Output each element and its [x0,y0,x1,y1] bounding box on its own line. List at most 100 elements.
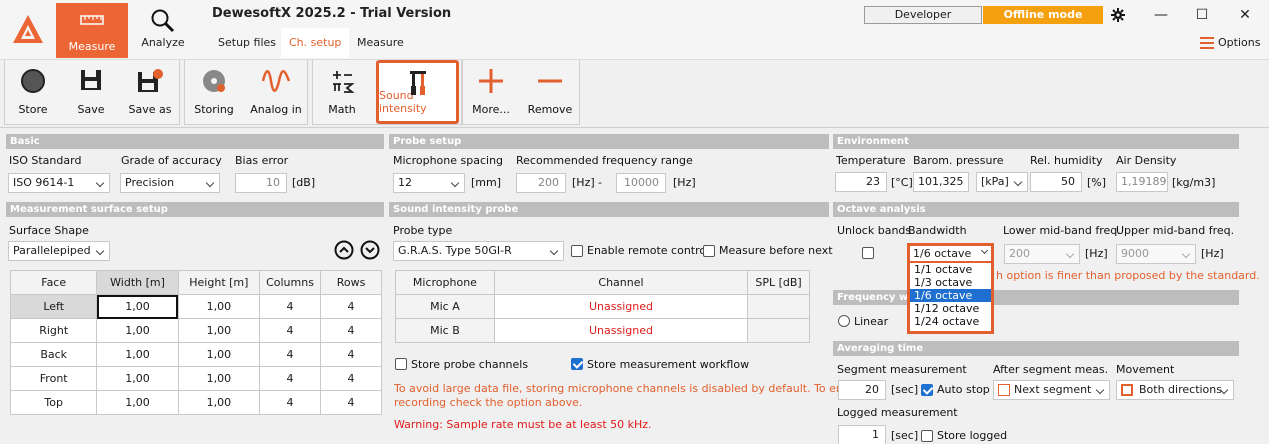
measure-mode-tab[interactable]: Measure [56,3,128,58]
columns-cell[interactable]: 4 [259,342,321,367]
upper-freq-select[interactable]: 9000 [1116,244,1196,264]
shape-select[interactable]: Parallelepiped [8,241,110,261]
store-probe-checkbox[interactable] [395,358,407,370]
table-row[interactable]: Right 1,00 1,00 4 4 [9,318,382,343]
grade-label: Grade of accuracy [121,154,222,167]
measure-before-next-checkbox[interactable] [703,245,715,257]
logged-field[interactable]: 1 [838,425,886,444]
segment-field[interactable]: 20 [838,380,886,400]
width-cell[interactable]: 1,00 [96,294,179,319]
info-text-line1: To avoid large data file, storing microp… [394,382,867,395]
microphone-table: Microphone Channel SPL [dB] Mic A Unassi… [395,270,810,343]
more-button[interactable]: More... [466,62,516,122]
store-button[interactable]: Store [8,62,58,122]
floppy-icon [81,70,101,90]
store-workflow-checkbox[interactable] [571,358,583,370]
lower-freq-select[interactable]: 200 [1004,244,1080,264]
table-row[interactable]: Left 1,00 1,00 4 4 [9,294,382,319]
rows-cell[interactable]: 4 [320,294,382,319]
face-cell: Front [9,366,98,391]
tab-ch-setup[interactable]: Ch. setup [281,28,350,58]
pressure-field[interactable]: 101,325 [913,172,969,192]
probe-type-select[interactable]: G.R.A.S. Type 50GI-R [393,241,564,261]
bandwidth-option[interactable]: 1/3 octave [910,276,991,289]
bandwidth-select[interactable]: 1/6 octave [907,243,994,264]
bandwidth-option[interactable]: 1/1 octave [910,263,991,276]
save-button[interactable]: Save [66,62,116,122]
minimize-icon[interactable]: — [1147,4,1175,26]
rows-cell[interactable]: 4 [320,366,382,391]
density-field[interactable]: 1,19189 [1116,172,1168,192]
channel-cell[interactable]: Unassigned [493,294,749,319]
height-cell[interactable]: 1,00 [177,342,261,367]
height-cell[interactable]: 1,00 [177,318,261,343]
channel-cell[interactable]: Unassigned [493,318,749,343]
maximize-icon[interactable]: ☐ [1188,4,1216,26]
linear-radio[interactable] [838,315,850,327]
analog-in-button[interactable]: Analog in [248,62,304,122]
range-dash: - [598,176,602,189]
analyze-mode-tab[interactable]: Analyze [134,3,192,58]
unlock-bands-checkbox[interactable] [862,247,874,259]
bandwidth-option[interactable]: 1/24 octave [910,315,991,328]
grade-select[interactable]: Precision [120,173,220,193]
sound-intensity-button[interactable]: Sound intensity [376,60,459,124]
movement-select[interactable]: Both directions [1116,380,1234,400]
table-row[interactable]: Back 1,00 1,00 4 4 [9,342,382,367]
bandwidth-option-selected[interactable]: 1/6 octave [910,289,991,302]
developer-button[interactable]: Developer [864,6,982,24]
columns-cell[interactable]: 4 [259,294,321,319]
width-cell[interactable]: 1,00 [96,390,179,415]
offline-mode-button[interactable]: Offline mode [983,6,1103,24]
range-to-field[interactable]: 10000 [616,173,666,193]
movement-icon [1121,384,1133,396]
store-logged-checkbox[interactable] [921,430,933,442]
rows-cell[interactable]: 4 [320,390,382,415]
bias-field[interactable]: 10 [235,173,287,193]
height-cell[interactable]: 1,00 [177,366,261,391]
range-from-field[interactable]: 200 [516,173,566,193]
save-as-button[interactable]: Save as [124,62,176,122]
remote-control-checkbox[interactable] [571,245,583,257]
width-cell[interactable]: 1,00 [96,342,179,367]
close-icon[interactable]: ✕ [1231,4,1259,26]
section-probe-setup-header: Probe setup [389,134,829,149]
width-cell[interactable]: 1,00 [96,318,179,343]
after-segment-select[interactable]: Next segment [993,380,1110,400]
spacing-select[interactable]: 12 [393,173,465,193]
auto-stop-checkbox[interactable] [921,384,933,396]
math-button[interactable]: Math [316,62,368,122]
tab-setup-files[interactable]: Setup files [210,28,284,58]
height-cell[interactable]: 1,00 [177,294,261,319]
scroll-down-icon[interactable] [360,240,380,263]
table-row[interactable]: Front 1,00 1,00 4 4 [9,366,382,391]
after-segment-value: Next segment [1014,383,1092,396]
options-button[interactable]: Options [1200,36,1260,49]
columns-cell[interactable]: 4 [259,390,321,415]
temperature-field[interactable]: 23 [835,172,887,192]
density-label: Air Density [1116,154,1177,167]
humidity-field[interactable]: 50 [1030,172,1082,192]
dewesoft-logo [0,0,56,60]
bandwidth-option[interactable]: 1/12 octave [910,302,991,315]
section-surface-header: Measurement surface setup [6,202,384,217]
scroll-up-icon[interactable] [334,240,354,263]
columns-cell[interactable]: 4 [259,366,321,391]
bias-unit: [dB] [292,176,316,189]
table-row[interactable]: Top 1,00 1,00 4 4 [9,390,382,415]
width-cell[interactable]: 1,00 [96,366,179,391]
height-cell[interactable]: 1,00 [177,390,261,415]
pressure-unit-select[interactable]: [kPa] [976,172,1028,192]
columns-cell[interactable]: 4 [259,318,321,343]
table-row[interactable]: Mic B Unassigned [395,318,810,343]
pressure-label: Barom. pressure [913,154,1004,167]
rows-cell[interactable]: 4 [320,342,382,367]
iso-standard-select[interactable]: ISO 9614-1 [8,173,110,193]
rows-cell[interactable]: 4 [320,318,382,343]
table-row[interactable]: Mic A Unassigned [395,294,810,319]
tab-measure[interactable]: Measure [349,28,412,58]
storing-button[interactable]: Storing [188,62,240,122]
remove-button[interactable]: Remove [524,62,576,122]
gear-icon[interactable] [1104,4,1132,26]
bandwidth-label: Bandwidth [908,224,967,237]
